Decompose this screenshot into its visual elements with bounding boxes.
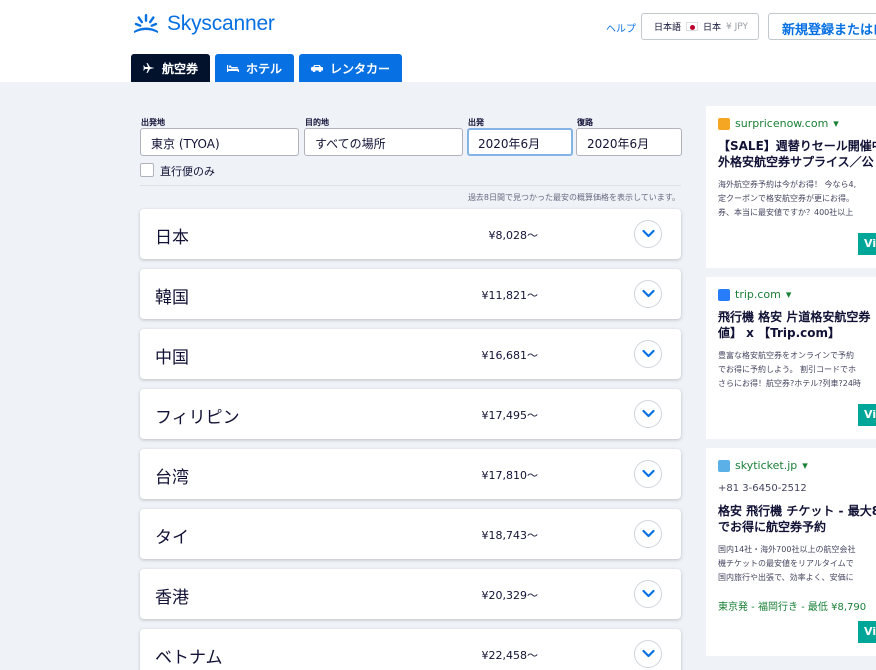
destination-input[interactable]: すべての場所: [304, 128, 463, 156]
trip-logo-icon: [718, 288, 730, 301]
chevron-down-icon: [642, 349, 655, 358]
destination-card[interactable]: ベトナム ¥22,458～: [140, 629, 681, 670]
ad-site[interactable]: skyticket.jp ▾: [718, 459, 808, 472]
japan-flag-icon: [686, 22, 699, 31]
expand-button[interactable]: [634, 340, 662, 368]
ad-site[interactable]: surpricenow.com ▾: [718, 117, 839, 130]
expand-button[interactable]: [634, 460, 662, 488]
destination-price: ¥20,329～: [481, 589, 539, 602]
return-label: 復路: [577, 118, 593, 127]
caret-down-icon: ▾: [785, 288, 792, 301]
tab-hotels[interactable]: ホテル: [215, 54, 295, 82]
ad-route-link[interactable]: 東京発 - 福岡行き - 最低 ¥8,790: [718, 598, 866, 613]
ad-card[interactable]: surpricenow.com ▾ 【SALE】週替りセール開催中 外格安航空券サ…: [706, 106, 876, 268]
expand-button[interactable]: [634, 280, 662, 308]
destination-price: ¥8,028～: [488, 229, 539, 242]
destination-name: タイ: [155, 528, 189, 548]
skyscanner-logo[interactable]: Skyscanner: [131, 12, 275, 36]
locale-country: 日本: [703, 23, 722, 33]
bed-icon: [227, 65, 240, 72]
direct-only-checkbox[interactable]: [140, 163, 154, 177]
destination-card[interactable]: 中国 ¥16,681～: [140, 329, 681, 379]
ad-card[interactable]: skyticket.jp ▾ +81 3-6450-2512 格安 飛行機 チケッ…: [706, 448, 876, 656]
price-note: 過去8日間で見つかった最安の概算価格を表示しています。: [467, 193, 680, 202]
chevron-down-icon: [642, 469, 655, 478]
destination-name: 中国: [155, 348, 189, 368]
direct-only-label: 直行便のみ: [160, 165, 215, 178]
ad-description: 豊富な格安航空券をオンラインで予約 でお得に予約しよう。 割引コードでホ さらに…: [718, 351, 861, 388]
sunrise-icon: [134, 14, 158, 33]
chevron-down-icon: [642, 229, 655, 238]
origin-label: 出発地: [141, 118, 165, 127]
grid-logo-icon: [718, 459, 730, 472]
plane-icon: [143, 63, 155, 73]
expand-button[interactable]: [634, 220, 662, 248]
ad-site-label: surpricenow.com: [735, 117, 829, 130]
destination-card[interactable]: タイ ¥18,743～: [140, 509, 681, 559]
tab-flights[interactable]: 航空券: [131, 54, 211, 82]
ad-site-label: trip.com: [735, 288, 781, 301]
destination-price: ¥22,458～: [481, 649, 539, 662]
ad-site[interactable]: trip.com ▾: [718, 288, 791, 301]
ad-title[interactable]: 格安 飛行機 チケット - 最大8 でお得に航空券予約: [718, 503, 876, 535]
destination-card[interactable]: 香港 ¥20,329～: [140, 569, 681, 619]
destination-card[interactable]: 日本 ¥8,028～: [140, 209, 681, 259]
destination-price: ¥11,821～: [481, 289, 539, 302]
tab-label: 航空券: [162, 61, 199, 76]
origin-input[interactable]: 東京 (TYOA): [140, 128, 299, 156]
ad-visit-button[interactable]: Vi: [858, 404, 876, 426]
chevron-down-icon: [642, 529, 655, 538]
signup-login-button[interactable]: 新規登録またはロ: [768, 13, 876, 40]
divider: [140, 185, 681, 186]
help-link[interactable]: ヘルプ: [606, 20, 636, 35]
ad-title[interactable]: 飛行機 格安 片道格安航空券 値】 x 【Trip.com】: [718, 309, 876, 341]
car-icon: [311, 65, 324, 72]
ad-description: 国内14社・海外700社以上の航空会社 機チケットの最安値をリアルタイムで 国内…: [718, 545, 856, 582]
expand-button[interactable]: [634, 520, 662, 548]
expand-button[interactable]: [634, 640, 662, 668]
ad-visit-button[interactable]: Vi: [858, 621, 876, 643]
chevron-down-icon: [642, 589, 655, 598]
locale-currency: ¥ JPY: [726, 21, 748, 32]
locale-language: 日本語: [654, 23, 682, 33]
tab-car-hire[interactable]: レンタカー: [299, 54, 403, 82]
dollar-icon: [718, 117, 730, 130]
ad-card[interactable]: trip.com ▾ 飛行機 格安 片道格安航空券 値】 x 【Trip.com】…: [706, 277, 876, 439]
depart-date-input[interactable]: 2020年6月: [467, 128, 573, 156]
return-date-input[interactable]: 2020年6月: [576, 128, 682, 156]
destination-name: ベトナム: [155, 648, 223, 668]
depart-label: 出発: [468, 118, 484, 127]
destination-name: 韓国: [155, 288, 189, 308]
ad-phone[interactable]: +81 3-6450-2512: [718, 483, 807, 494]
product-tabs: 航空券 ホテル レンタカー: [131, 54, 403, 82]
expand-button[interactable]: [634, 580, 662, 608]
destination-price: ¥17,810～: [481, 469, 539, 482]
destination-price: ¥17,495～: [481, 409, 539, 422]
logo-text: Skyscanner: [167, 12, 275, 35]
destination-card[interactable]: 台湾 ¥17,810～: [140, 449, 681, 499]
chevron-down-icon: [642, 649, 655, 658]
expand-button[interactable]: [634, 400, 662, 428]
caret-down-icon: ▾: [802, 459, 808, 472]
locale-selector[interactable]: 日本語 日本 ¥ JPY: [641, 13, 759, 40]
ad-title[interactable]: 【SALE】週替りセール開催中 外格安航空券サプライス／公: [718, 138, 876, 170]
destination-name: 台湾: [155, 468, 189, 488]
destination-price: ¥18,743～: [481, 529, 539, 542]
chevron-down-icon: [642, 409, 655, 418]
destination-name: フィリピン: [155, 408, 240, 428]
tab-label: レンタカー: [330, 61, 391, 76]
destination-card[interactable]: 韓国 ¥11,821～: [140, 269, 681, 319]
ad-visit-button[interactable]: Vi: [858, 233, 876, 255]
caret-down-icon: ▾: [833, 117, 839, 130]
destination-card[interactable]: フィリピン ¥17,495～: [140, 389, 681, 439]
destination-name: 日本: [155, 228, 189, 248]
top-bar: Skyscanner ヘルプ 日本語 日本 ¥ JPY 新規登録またはロ 航空券…: [0, 0, 876, 82]
destination-label: 目的地: [305, 118, 329, 127]
destination-name: 香港: [155, 588, 189, 608]
tab-label: ホテル: [246, 61, 283, 76]
ad-description: 海外航空券予約は今がお得！ 今なら4, 定クーポンで格安航空券が更にお得。 券、…: [718, 180, 857, 217]
ad-site-label: skyticket.jp: [735, 459, 798, 472]
destination-price: ¥16,681～: [481, 349, 539, 362]
chevron-down-icon: [642, 289, 655, 298]
